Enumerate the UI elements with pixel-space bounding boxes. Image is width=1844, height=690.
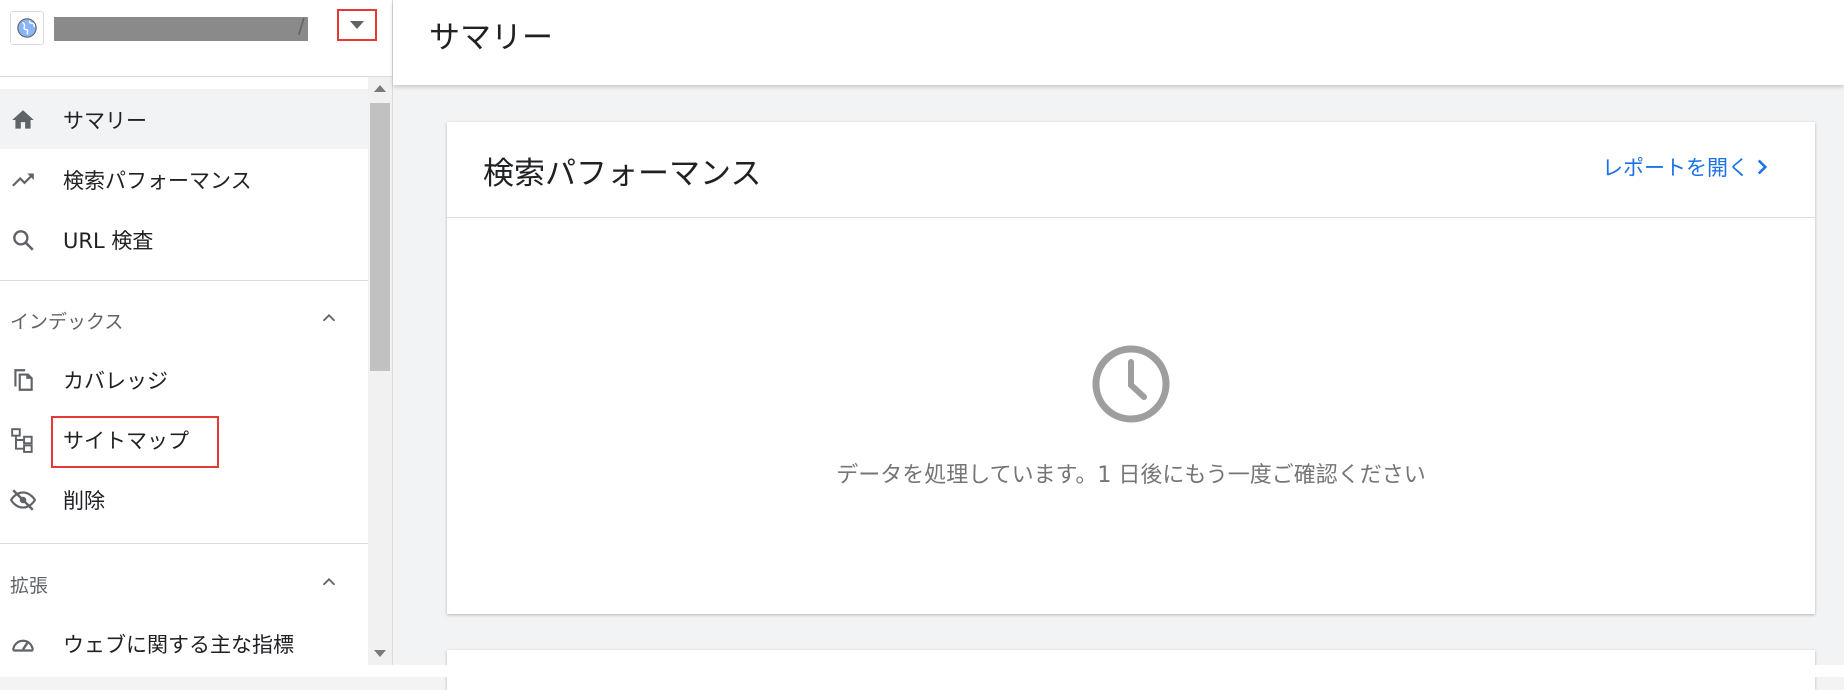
nav-divider <box>0 543 368 544</box>
property-name-tail: / <box>298 14 305 38</box>
scroll-thumb[interactable] <box>370 103 390 371</box>
nav-item-label: URL 検査 <box>63 229 154 253</box>
chevron-up-icon <box>322 577 336 586</box>
globe-icon <box>10 11 44 45</box>
nav-item-label: 削除 <box>63 489 105 513</box>
open-report-link[interactable]: レポートを開く <box>1602 152 1775 182</box>
card-divider <box>447 217 1815 218</box>
nav-item-removals[interactable]: 削除 <box>0 469 368 529</box>
nav-item-label: カバレッジ <box>63 369 168 393</box>
nav-item-url-inspection[interactable]: URL 検査 <box>0 209 368 269</box>
section-label: インデックス <box>10 311 124 333</box>
copy-icon <box>10 367 36 393</box>
nav-item-label: サマリー <box>63 109 147 133</box>
processing-message: データを処理しています。1 日後にもう一度ご確認ください <box>836 463 1426 488</box>
sidebar-scrollbar[interactable] <box>368 77 392 665</box>
scroll-down-arrow[interactable] <box>374 650 386 657</box>
nav-item-performance[interactable]: 検索パフォーマンス <box>0 149 368 209</box>
nav-item-summary[interactable]: サマリー <box>0 89 368 149</box>
nav-item-core-web-vitals[interactable]: ウェブに関する主な指標 <box>0 613 368 665</box>
section-header-enhancements[interactable]: 拡張 <box>0 557 368 613</box>
property-name-redacted <box>54 17 308 41</box>
nav-list: サマリー 検索パフォーマンス URL 検査 インデックス カバレッジ サイトマッ… <box>0 77 368 665</box>
nav-item-coverage[interactable]: カバレッジ <box>0 349 368 409</box>
sitemap-icon <box>10 427 36 453</box>
open-report-label: レポートを開く <box>1602 156 1749 180</box>
search-icon <box>10 227 36 253</box>
scroll-up-arrow[interactable] <box>374 85 386 92</box>
nav-item-sitemaps[interactable]: サイトマップ <box>0 409 368 469</box>
property-selector[interactable]: / <box>0 0 392 77</box>
bottom-strip <box>0 665 1844 677</box>
performance-card: 検索パフォーマンス レポートを開く データを処理しています。1 日後にもう一度ご… <box>447 122 1815 614</box>
trending-up-icon <box>10 167 36 193</box>
chevron-up-icon <box>322 313 336 322</box>
eye-off-icon <box>10 487 36 513</box>
section-label: 拡張 <box>10 575 49 597</box>
property-dropdown-button[interactable] <box>337 9 377 41</box>
page-title: サマリー <box>429 20 553 56</box>
nav-item-label: ウェブに関する主な指標 <box>63 633 294 657</box>
sidebar: / サマリー 検索パフォーマンス URL 検査 インデックス カバレッジ サイト… <box>0 0 393 665</box>
card-title: 検索パフォーマンス <box>483 156 762 192</box>
nav-item-label: サイトマップ <box>63 429 189 453</box>
clock-icon <box>1092 345 1170 423</box>
caret-down-icon <box>350 21 364 29</box>
page-header: サマリー <box>393 0 1844 85</box>
home-icon <box>10 107 36 133</box>
section-header-index[interactable]: インデックス <box>0 293 368 349</box>
nav-item-label: 検索パフォーマンス <box>63 169 252 193</box>
nav-divider <box>0 280 368 281</box>
chevron-right-icon <box>1757 159 1768 175</box>
speedometer-icon <box>10 631 36 657</box>
